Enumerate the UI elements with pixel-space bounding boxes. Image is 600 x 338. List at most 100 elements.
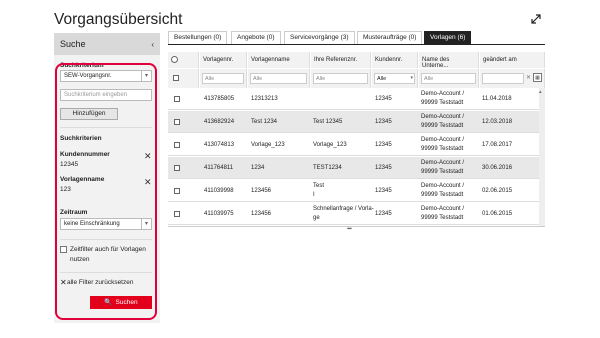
row-checkbox[interactable] <box>174 96 180 102</box>
col-header-kundennr[interactable]: Kundennr. <box>372 52 418 68</box>
filter-kundennr-select[interactable]: Alle ▾ <box>374 73 415 84</box>
clear-icon[interactable]: ✕ <box>526 74 531 81</box>
col-header-name[interactable]: Name des Unterne... <box>419 52 479 69</box>
search-input[interactable]: Suchkriterium eingeben <box>60 89 152 101</box>
tab-vorlagen[interactable]: Vorlagen (6) <box>424 31 472 45</box>
cell-kunde: 12345 <box>375 188 392 194</box>
row-checkbox[interactable] <box>174 119 180 125</box>
chevron-down-icon: ▾ <box>141 219 151 229</box>
cell-name: 12313213 <box>251 96 278 102</box>
row-checkbox[interactable] <box>174 188 180 194</box>
scroll-up-icon[interactable]: ▴ <box>539 89 542 95</box>
divider <box>60 239 152 240</box>
page-title: Vorgangsübersicht <box>54 11 183 28</box>
filter-name-input[interactable]: Alle <box>421 73 476 84</box>
period-label: Zeitraum <box>60 209 88 216</box>
cell-date: 02.06.2015 <box>482 188 513 194</box>
chevron-left-icon[interactable]: ‹ <box>151 40 154 49</box>
cell-name: 123456 <box>251 211 272 217</box>
cell-date: 01.06.2015 <box>482 211 513 217</box>
col-header-date[interactable]: geändert am <box>480 52 545 68</box>
select-all-checkbox[interactable] <box>173 75 179 81</box>
table-row[interactable]: 411764811 1234 TEST1234 12345 Demo-Accou… <box>168 157 539 179</box>
row-checkbox[interactable] <box>174 165 180 171</box>
cell-date: 17.08.2017 <box>482 142 513 148</box>
criterion-vorlagenname-label: Vorlagenname <box>60 176 105 183</box>
search-button-label: Suchen <box>115 299 138 306</box>
filter-kundennr-cell: Alle ▾ <box>372 69 418 88</box>
resize-grip-icon[interactable]: ▪▪▪▪▪ <box>347 226 352 232</box>
filter-kundennr-value: Alle <box>377 76 387 82</box>
col-header-vorlagenname[interactable]: Vorlagenname <box>248 52 310 68</box>
table-row[interactable]: 413785805 12313213 12345 Demo-Account / … <box>168 88 539 110</box>
row-checkbox[interactable] <box>174 142 180 148</box>
filter-vorlagenname-cell: Alle <box>248 69 310 88</box>
remove-vorlagenname-icon[interactable]: ✕ <box>144 177 152 188</box>
table-row[interactable]: 411039975 123456 Schnellanfrage / Vorla-… <box>168 203 539 225</box>
col-header-referenz[interactable]: Ihre Referenznr. <box>311 52 371 68</box>
filter-vorlagenname-input[interactable]: Alle <box>250 73 307 84</box>
criterion-kundennummer-value: 12345 <box>60 161 79 168</box>
cell-date: 12.03.2018 <box>482 119 513 125</box>
chevron-down-icon: ▾ <box>141 71 151 81</box>
cell-kunde: 12345 <box>375 96 392 102</box>
cell-firma-line1: Demo-Account / <box>421 160 465 166</box>
cell-firma-line2: 99999 Teststadt <box>421 100 464 106</box>
cell-nr: 413785805 <box>204 96 235 102</box>
cell-name: 1234 <box>251 165 265 171</box>
filter-name-cell: Alle <box>419 69 479 88</box>
cell-ref-line2: ge <box>313 215 320 221</box>
filter-vorlagennr-cell: Alle <box>200 69 247 88</box>
cell-ref: Test 12345 <box>313 119 343 125</box>
period-select-value: keine Einschränkung <box>64 221 120 227</box>
table-row[interactable]: 411039998 123456 Test I 12345 Demo-Accou… <box>168 180 539 202</box>
cell-kunde: 12345 <box>375 142 392 148</box>
tab-angebote[interactable]: Angebote (0) <box>231 31 281 45</box>
cell-nr: 413074813 <box>204 142 235 148</box>
cell-firma-line2: 99999 Teststadt <box>421 215 464 221</box>
cell-firma-line1: Demo-Account / <box>421 137 465 143</box>
sidebar-header: Suche ‹ <box>54 33 160 55</box>
criterion-select-value: SEW-Vorgangsnr. <box>64 73 112 79</box>
cell-firma-line2: 99999 Teststadt <box>421 192 464 198</box>
criterion-label: Suchkriterium <box>60 62 104 69</box>
reset-icon[interactable]: ✕ <box>60 278 67 287</box>
calendar-icon[interactable]: ▦ <box>533 73 542 82</box>
tab-bestellungen[interactable]: Bestellungen (0) <box>168 31 228 45</box>
row-checkbox[interactable] <box>174 211 180 217</box>
filter-referenz-cell: Alle <box>311 69 371 88</box>
criterion-vorlagenname-value: 123 <box>60 186 71 193</box>
vertical-scrollbar[interactable] <box>539 88 545 226</box>
table-row[interactable]: 413682924 Test 1234 Test 12345 12345 Dem… <box>168 111 539 133</box>
cell-nr: 411764811 <box>204 165 234 171</box>
cell-name: Vorlage_123 <box>251 142 285 148</box>
sidebar-title: Suche <box>60 39 86 49</box>
period-select[interactable]: keine Einschränkung ▾ <box>60 218 152 230</box>
col-header-vorlagennr[interactable]: Vorlagennr. <box>200 52 247 68</box>
time-filter-checkbox[interactable] <box>60 246 67 253</box>
tab-musterauftraege[interactable]: Musteraufträge (0) <box>357 31 423 45</box>
remove-kundennummer-icon[interactable]: ✕ <box>144 151 152 162</box>
filter-vorlagennr-input[interactable]: Alle <box>202 73 244 84</box>
criterion-select[interactable]: SEW-Vorgangsnr. ▾ <box>60 70 152 82</box>
cell-firma-line2: 99999 Teststadt <box>421 169 464 175</box>
filter-select-cell <box>168 69 199 88</box>
cell-firma-line1: Demo-Account / <box>421 91 465 97</box>
reset-filters-link[interactable]: alle Filter zurücksetzen <box>67 279 133 286</box>
select-column-header <box>168 52 199 68</box>
cell-date: 30.06.2016 <box>482 165 513 171</box>
radio-icon[interactable] <box>171 56 178 63</box>
cell-kunde: 12345 <box>375 119 392 125</box>
filter-date-cell: ✕ ▦ <box>480 69 545 88</box>
add-button[interactable]: Hinzufügen <box>60 108 118 120</box>
chevron-down-icon: ▾ <box>410 75 413 81</box>
expand-icon[interactable] <box>531 14 541 24</box>
filter-referenz-input[interactable]: Alle <box>313 73 368 84</box>
cell-firma-line2: 99999 Teststadt <box>421 123 464 129</box>
table-row[interactable]: 413074813 Vorlage_123 Vorlage_123 12345 … <box>168 134 539 156</box>
tab-servicevorgaenge[interactable]: Servicevorgänge (3) <box>284 31 355 45</box>
table-bottom-border <box>168 226 545 227</box>
filter-date-input[interactable] <box>482 73 524 84</box>
search-button[interactable]: 🔍 Suchen <box>90 296 152 309</box>
cell-ref: Schnellanfrage / Vorla- <box>313 206 374 212</box>
